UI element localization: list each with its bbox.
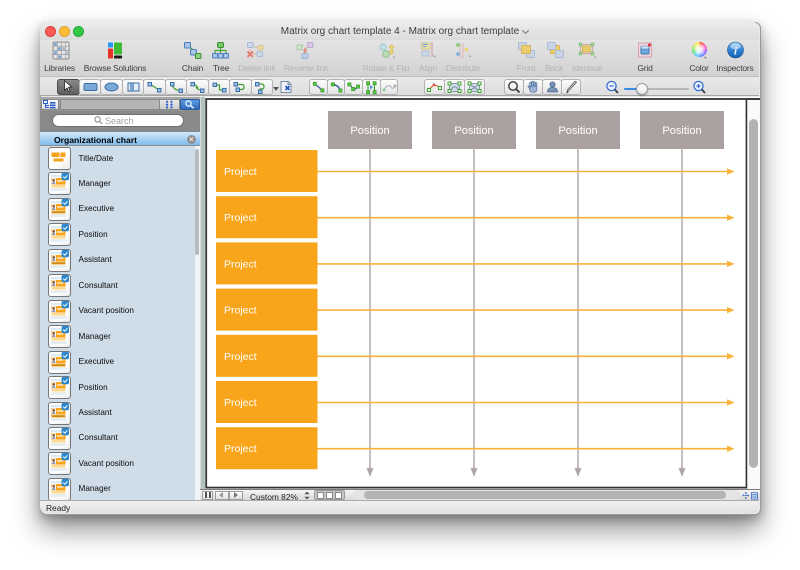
svg-text:Position: Position [350, 125, 389, 137]
svg-text:Project: Project [224, 351, 257, 363]
svg-text:Project: Project [224, 443, 257, 455]
svg-text:Project: Project [224, 212, 257, 224]
svg-text:Position: Position [558, 125, 597, 137]
svg-text:Position: Position [454, 125, 493, 137]
svg-text:Project: Project [224, 258, 257, 270]
svg-text:Project: Project [224, 397, 257, 409]
svg-text:Project: Project [224, 166, 257, 178]
svg-text:Project: Project [224, 305, 257, 317]
svg-text:Position: Position [662, 125, 701, 137]
